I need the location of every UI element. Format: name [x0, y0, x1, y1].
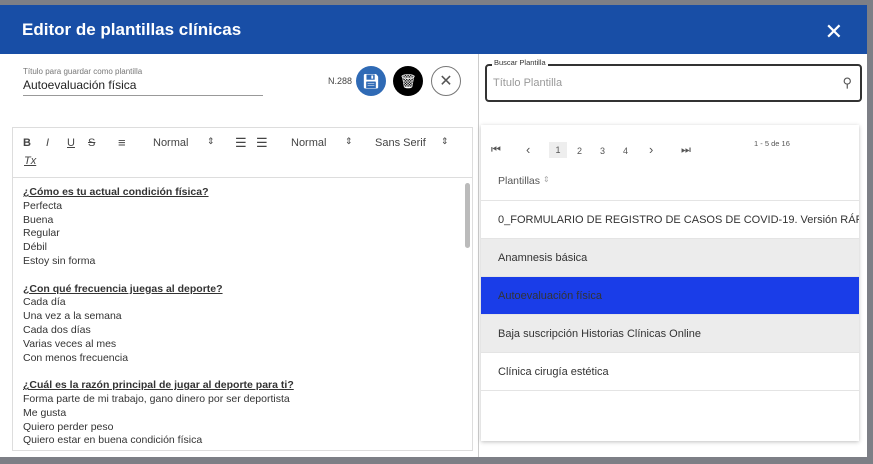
table-body: 0_FORMULARIO DE REGISTRO DE CASOS DE COV… [481, 200, 859, 391]
page-2[interactable]: 2 [577, 146, 582, 156]
sort-icon[interactable]: ⇕ [543, 175, 550, 184]
title-input[interactable]: Autoevaluación física [23, 78, 263, 96]
answer: Buena [23, 213, 54, 226]
save-icon: 💾︎ [362, 72, 380, 89]
close-icon[interactable]: ✕ [825, 19, 843, 45]
search-input[interactable] [493, 77, 813, 89]
save-button[interactable]: 💾︎ [356, 66, 386, 96]
close-circle-icon: ✕ [439, 73, 453, 90]
size-select[interactable]: Normal [291, 137, 326, 149]
next-page-icon[interactable]: › [649, 142, 653, 157]
bold-button[interactable]: B [23, 137, 31, 149]
delete-button[interactable]: 🗑︎ [393, 66, 423, 96]
ordered-list-icon[interactable]: ☰ [235, 135, 247, 151]
answer: Una vez a la semana [23, 310, 122, 323]
title-label: Título para guardar como plantilla [23, 67, 143, 76]
font-select[interactable]: Sans Serif [375, 137, 426, 149]
scrollbar[interactable] [465, 183, 470, 248]
answer: Quiero estar en buena condición física [23, 434, 203, 447]
prev-page-icon[interactable]: ‹ [526, 142, 530, 157]
answer: Perfecta [23, 199, 63, 212]
search-icon[interactable]: ⚲ [842, 75, 852, 91]
chevron-updown-icon: ⇕ [207, 136, 215, 146]
answer: Forma parte de mi trabajo, gano dinero p… [23, 392, 290, 405]
table-row[interactable]: Autoevaluación física [481, 277, 859, 315]
question: ¿Cuál es la razón principal de jugar al … [23, 379, 294, 392]
table-row[interactable]: Baja suscripción Historias Clínicas Onli… [481, 315, 859, 353]
question: ¿Cómo es tu actual condición física? [23, 186, 209, 198]
trash-icon: 🗑︎ [399, 72, 417, 89]
strike-button[interactable]: S [88, 137, 95, 149]
editor-content[interactable]: ¿Cómo es tu actual condición física? Perf… [13, 178, 472, 450]
table-row[interactable]: Anamnesis básica [481, 239, 859, 277]
bullet-list-icon[interactable]: ☰ [256, 135, 268, 151]
answer: Débil [23, 241, 47, 254]
cancel-button[interactable]: ✕ [431, 66, 461, 96]
page-4[interactable]: 4 [623, 146, 628, 156]
chevron-updown-icon: ⇕ [345, 136, 353, 146]
dialog-title: Editor de plantillas clínicas [22, 19, 242, 39]
italic-button[interactable]: I [46, 137, 49, 149]
question: ¿Con qué frecuencia juegas al deporte? [23, 282, 223, 295]
dialog-header: Editor de plantillas clínicas [0, 5, 867, 54]
underline-button[interactable]: U [67, 137, 75, 149]
answer: Cada día [23, 296, 66, 309]
page-1[interactable]: 1 [549, 142, 567, 158]
last-page-icon[interactable]: ⏭ [681, 144, 691, 157]
template-list-panel: Buscar Plantilla ⚲ ⏮ ‹ 1 2 3 4 › ⏭ 1 - 5… [478, 54, 867, 457]
chevron-updown-icon: ⇕ [441, 136, 449, 146]
answer: Regular [23, 227, 60, 240]
clear-format-icon[interactable]: Tx [24, 155, 36, 167]
answer: Me gusta [23, 406, 67, 419]
editor-toolbar: B I U S ≡ Normal ⇕ ☰ ☰ Normal ⇕ Sans Ser… [13, 128, 472, 178]
table-row[interactable]: 0_FORMULARIO DE REGISTRO DE CASOS DE COV… [481, 201, 859, 239]
search-field: Buscar Plantilla ⚲ [485, 58, 862, 102]
template-number: N.288 [328, 76, 353, 86]
search-label: Buscar Plantilla [492, 58, 548, 67]
header-select[interactable]: Normal [153, 137, 188, 149]
answer: Quiero perder peso [23, 420, 114, 433]
table-row[interactable]: Clínica cirugía estética [481, 353, 859, 391]
template-editor-dialog: Editor de plantillas clínicas ✕ Título p… [0, 5, 867, 457]
editor-panel: Título para guardar como plantilla Autoe… [0, 54, 478, 457]
answer: Estoy sin forma [23, 254, 96, 267]
column-header-plantillas[interactable]: Plantillas [498, 175, 540, 187]
answer: Varias veces al mes [23, 337, 117, 350]
answer: Con menos frecuencia [23, 351, 129, 364]
answer: Cada dos días [23, 323, 91, 336]
page-3[interactable]: 3 [600, 146, 605, 156]
page-range: 1 - 5 de 16 [754, 139, 790, 148]
templates-table: ⏮ ‹ 1 2 3 4 › ⏭ 1 - 5 de 16 Plantillas ⇕… [481, 125, 859, 441]
first-page-icon[interactable]: ⏮ [491, 144, 501, 157]
align-icon[interactable]: ≡ [118, 135, 126, 150]
rich-text-editor: B I U S ≡ Normal ⇕ ☰ ☰ Normal ⇕ Sans Ser… [12, 127, 473, 451]
